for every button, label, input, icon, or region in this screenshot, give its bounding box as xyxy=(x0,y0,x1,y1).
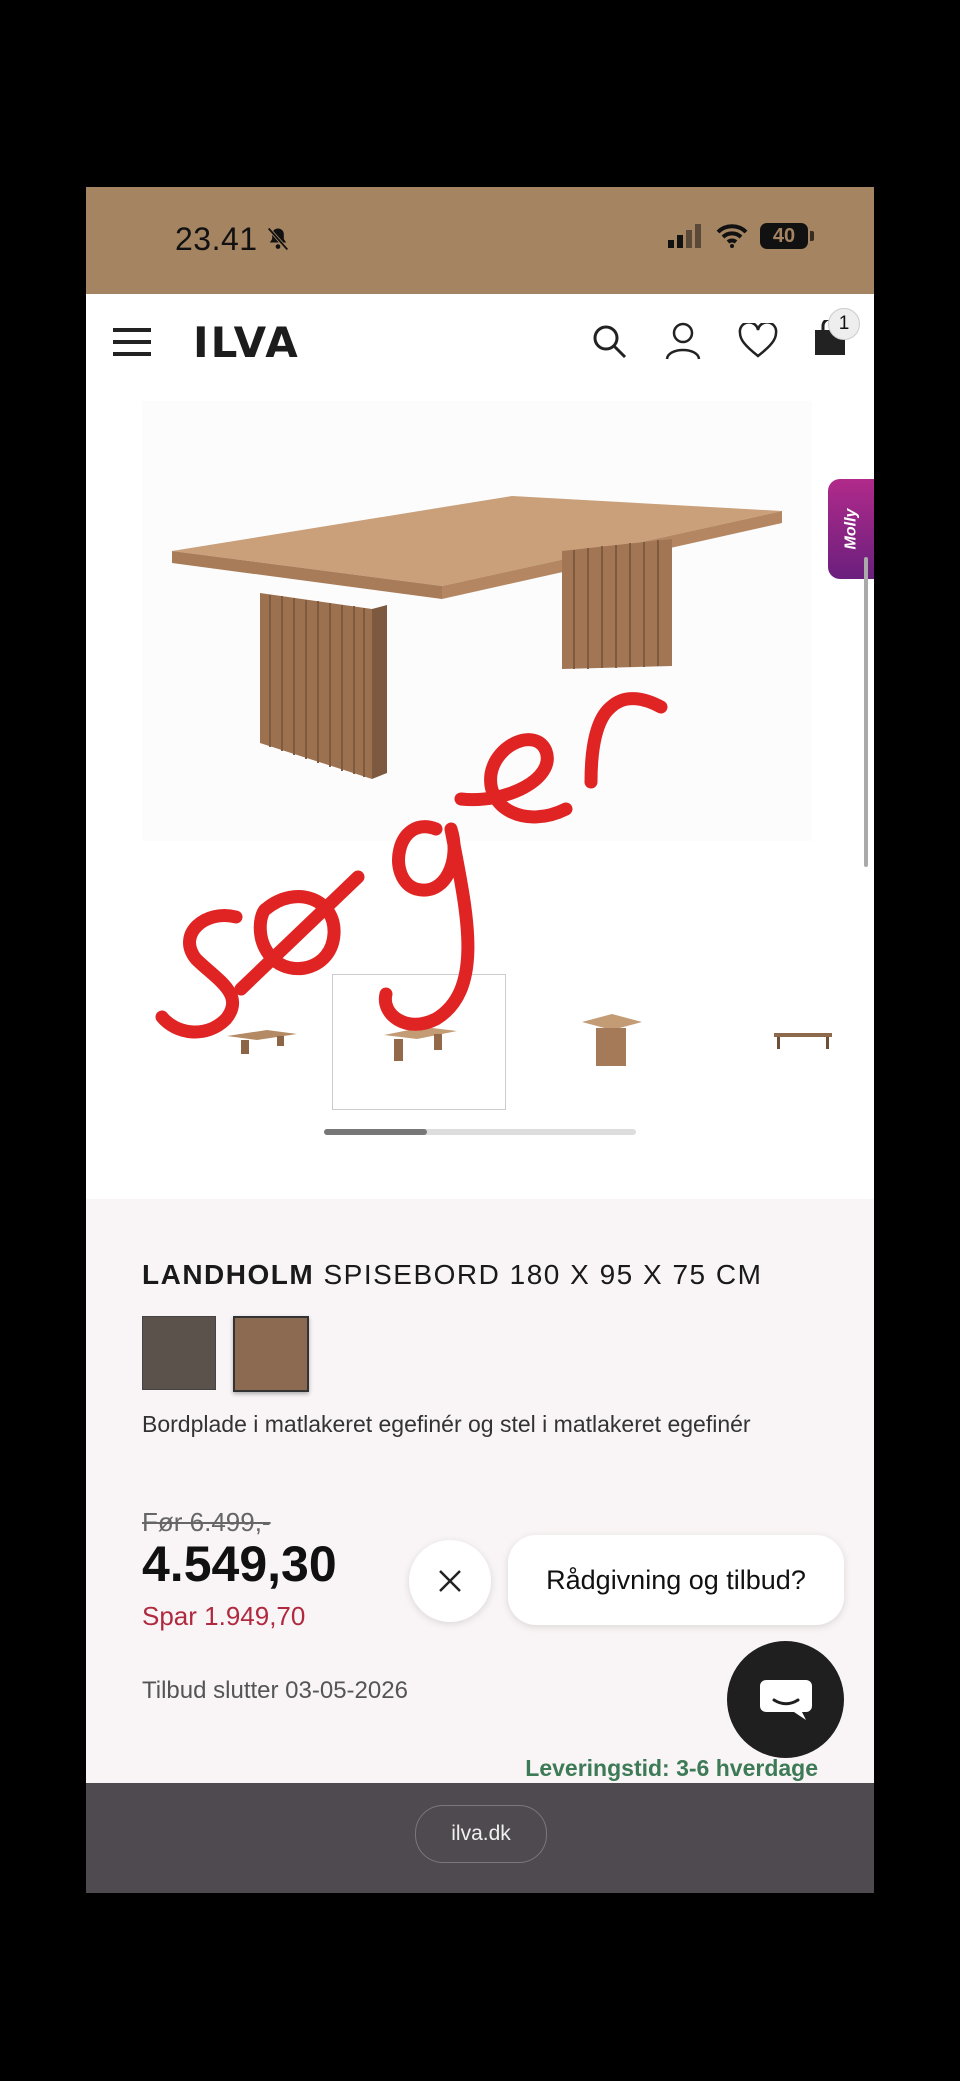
bell-muted-icon xyxy=(267,227,289,251)
color-swatch-oak-selected[interactable] xyxy=(233,1316,309,1392)
product-description: Bordplade i matlakeret egefinér og stel … xyxy=(142,1411,751,1437)
offer-end-date: Tilbud slutter 03-05-2026 xyxy=(142,1677,408,1704)
table-thumbnail xyxy=(227,1030,297,1054)
chat-prompt-bubble[interactable]: Rådgivning og tilbud? xyxy=(508,1535,844,1625)
chat-icon xyxy=(759,1679,812,1720)
savings-amount: Spar 1.949,70 xyxy=(142,1601,306,1631)
thumbnail-strip xyxy=(86,974,874,1114)
url-field[interactable]: ilva.dk xyxy=(415,1805,547,1863)
thumbnail-1[interactable] xyxy=(176,974,348,1108)
ilva-logo[interactable]: ILVA xyxy=(193,318,300,367)
gallery-scroll-progress xyxy=(324,1129,636,1135)
wifi-icon xyxy=(716,224,748,248)
thumbnail-3[interactable] xyxy=(526,974,698,1108)
color-swatch-dark[interactable] xyxy=(142,1316,216,1390)
table-thumbnail xyxy=(774,1033,832,1049)
hamburger-menu-icon[interactable] xyxy=(113,326,151,358)
table-thumbnail xyxy=(384,1027,457,1061)
product-brand: LANDHOLM xyxy=(142,1259,315,1290)
product-title: LANDHOLM SPISEBORD 180 X 95 X 75 CM xyxy=(142,1259,762,1291)
phone-screen: 23.41 40 ILVA 1 Molly LANDHOLM SPISEBORD… xyxy=(86,187,874,1893)
signal-icon xyxy=(668,224,701,248)
product-gallery: Molly xyxy=(86,389,874,1199)
heart-icon[interactable] xyxy=(738,322,778,359)
chat-launcher-button[interactable] xyxy=(727,1641,844,1758)
status-indicators: 40 xyxy=(668,223,814,249)
cart-button[interactable]: 1 xyxy=(814,308,860,361)
product-main-image[interactable] xyxy=(142,401,812,841)
battery-indicator: 40 xyxy=(760,223,814,249)
status-bar: 23.41 40 xyxy=(86,187,874,294)
status-time: 23.41 xyxy=(175,221,258,257)
thumbnail-4[interactable] xyxy=(718,974,874,1108)
search-icon[interactable] xyxy=(590,322,628,360)
delivery-time: Leveringstid: 3-6 hverdage xyxy=(525,1755,818,1781)
table-thumbnail xyxy=(582,1014,642,1066)
thumbnail-2-selected[interactable] xyxy=(332,974,506,1110)
product-name: SPISEBORD 180 X 95 X 75 CM xyxy=(323,1259,763,1290)
old-price: Før 6.499,- xyxy=(142,1507,271,1537)
browser-address-bar: ilva.dk xyxy=(86,1783,874,1893)
product-info: LANDHOLM SPISEBORD 180 X 95 X 75 CM Bord… xyxy=(86,1199,874,1783)
gallery-scroll-progress-fill xyxy=(324,1129,427,1135)
account-icon[interactable] xyxy=(664,321,702,361)
table-image xyxy=(172,496,782,779)
site-header: ILVA 1 xyxy=(86,294,874,389)
close-icon xyxy=(439,1570,461,1592)
close-chat-prompt-button[interactable] xyxy=(409,1540,491,1622)
cart-count-badge: 1 xyxy=(828,308,860,340)
current-price: 4.549,30 xyxy=(142,1536,337,1592)
page-scrollbar[interactable] xyxy=(864,557,868,867)
